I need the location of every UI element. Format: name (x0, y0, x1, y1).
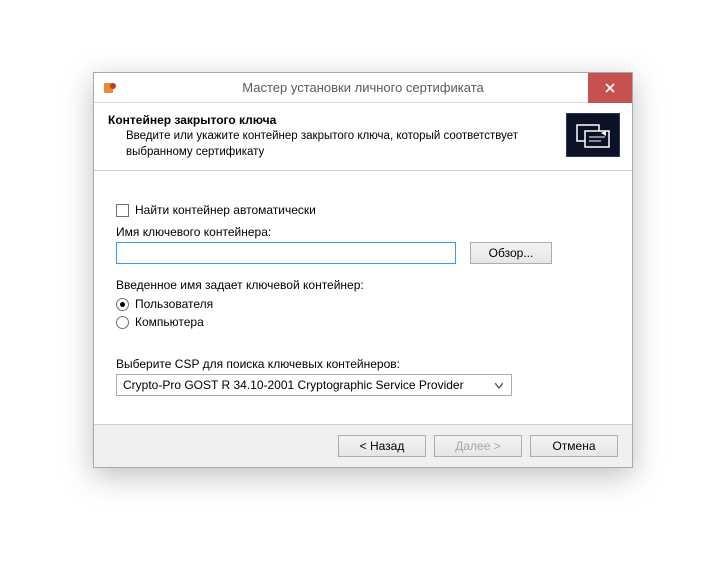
csp-title: Выберите CSP для поиска ключевых контейн… (116, 357, 610, 371)
wizard-body: Найти контейнер автоматически Имя ключев… (94, 171, 632, 424)
app-icon (102, 80, 118, 96)
header-subtitle: Введите или укажите контейнер закрытого … (108, 129, 560, 160)
container-name-label: Имя ключевого контейнера: (116, 225, 610, 239)
container-name-input[interactable] (116, 242, 456, 264)
radio-icon (116, 316, 129, 329)
header-illustration (566, 113, 620, 157)
radio-icon (116, 298, 129, 311)
header-title: Контейнер закрытого ключа (108, 113, 560, 127)
scope-radio-computer[interactable]: Компьютера (116, 313, 610, 331)
auto-find-label: Найти контейнер автоматически (135, 203, 316, 217)
next-button: Далее > (434, 435, 522, 457)
csp-select[interactable]: Crypto-Pro GOST R 34.10-2001 Cryptograph… (116, 374, 512, 396)
close-button[interactable] (588, 73, 632, 103)
cancel-button[interactable]: Отмена (530, 435, 618, 457)
auto-find-checkbox[interactable] (116, 204, 129, 217)
window-title: Мастер установки личного сертификата (94, 80, 632, 95)
wizard-window: Мастер установки личного сертификата Кон… (93, 72, 633, 468)
back-button[interactable]: < Назад (338, 435, 426, 457)
scope-radio-user[interactable]: Пользователя (116, 295, 610, 313)
titlebar: Мастер установки личного сертификата (94, 73, 632, 103)
browse-button[interactable]: Обзор... (470, 242, 552, 264)
wizard-footer: < Назад Далее > Отмена (94, 424, 632, 467)
close-icon (605, 83, 615, 93)
wizard-header: Контейнер закрытого ключа Введите или ук… (94, 103, 632, 171)
csp-selected-value: Crypto-Pro GOST R 34.10-2001 Cryptograph… (123, 378, 464, 392)
chevron-down-icon (491, 378, 507, 392)
scope-title: Введенное имя задает ключевой контейнер: (116, 278, 610, 292)
auto-find-checkbox-row[interactable]: Найти контейнер автоматически (116, 203, 610, 217)
